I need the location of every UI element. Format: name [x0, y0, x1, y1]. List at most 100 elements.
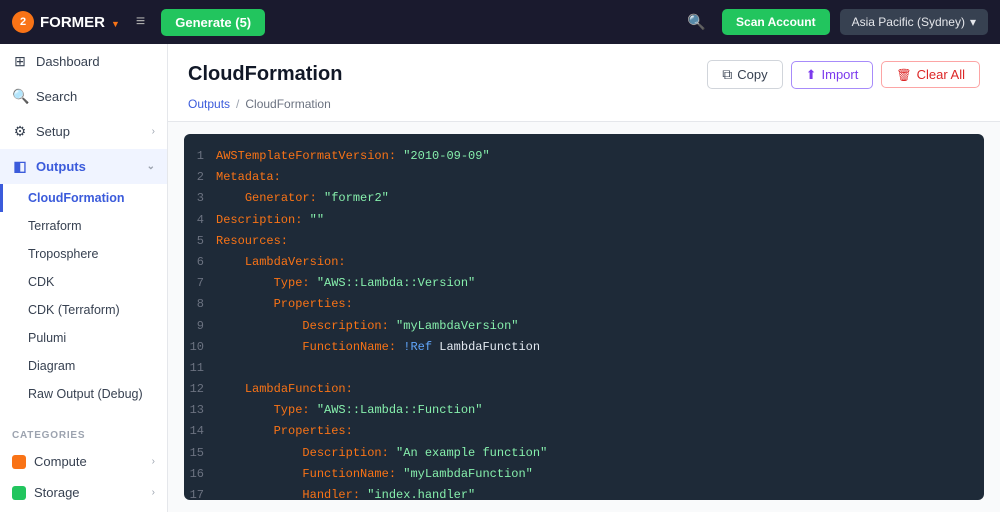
- region-selector[interactable]: Asia Pacific (Sydney) ▾: [840, 9, 988, 35]
- code-text: FunctionName: !Ref LambdaFunction: [216, 338, 540, 357]
- code-line-2: 2 Metadata:: [184, 167, 984, 188]
- page-title: CloudFormation: [188, 63, 342, 86]
- sidebar-subitem-cdk-terraform[interactable]: CDK (Terraform): [0, 296, 167, 324]
- code-text: Resources:: [216, 232, 288, 251]
- category-label: Compute: [34, 454, 87, 469]
- line-number: 14: [184, 422, 216, 441]
- header-actions: ⧉ Copy ⬆ Import 🗑 Clear All: [707, 60, 980, 89]
- code-text: LambdaFunction:: [216, 380, 353, 399]
- import-button[interactable]: ⬆ Import: [791, 61, 874, 89]
- category-label: Storage: [34, 485, 80, 500]
- code-text: Properties:: [216, 422, 353, 441]
- code-text: Generator: "former2": [216, 189, 389, 208]
- sidebar-item-setup[interactable]: ⚙ Setup ›: [0, 114, 167, 149]
- code-editor[interactable]: 1 AWSTemplateFormatVersion: "2010-09-09"…: [184, 134, 984, 500]
- sidebar-item-search[interactable]: 🔍 Search: [0, 79, 167, 114]
- sidebar-subitem-cdk[interactable]: CDK: [0, 268, 167, 296]
- compute-icon: [12, 455, 26, 469]
- code-text: LambdaVersion:: [216, 253, 346, 272]
- code-text: [216, 359, 223, 378]
- code-text: Metadata:: [216, 168, 281, 187]
- code-line-13: 13 Type: "AWS::Lambda::Function": [184, 400, 984, 421]
- trash-icon: 🗑: [896, 68, 911, 82]
- sidebar-subitem-cloudformation[interactable]: CloudFormation: [0, 184, 167, 212]
- menu-button[interactable]: ≡: [130, 9, 151, 35]
- code-line-16: 16 FunctionName: "myLambdaFunction": [184, 464, 984, 485]
- category-database[interactable]: Database ›: [0, 508, 167, 512]
- code-line-3: 3 Generator: "former2": [184, 188, 984, 209]
- sidebar-item-dashboard[interactable]: ⊞ Dashboard: [0, 44, 167, 79]
- line-number: 3: [184, 189, 216, 208]
- setup-icon: ⚙: [12, 123, 28, 140]
- generate-button[interactable]: Generate (5): [161, 9, 265, 36]
- chevron-down-icon: ⌄: [147, 161, 155, 172]
- category-storage[interactable]: Storage ›: [0, 477, 167, 508]
- code-line-14: 14 Properties:: [184, 421, 984, 442]
- import-icon: ⬆: [806, 67, 817, 83]
- sidebar-subitem-raw-output[interactable]: Raw Output (Debug): [0, 380, 167, 408]
- line-number: 10: [184, 338, 216, 357]
- category-compute[interactable]: Compute ›: [0, 446, 167, 477]
- search-icon: 🔍: [12, 88, 28, 105]
- code-line-9: 9 Description: "myLambdaVersion": [184, 316, 984, 337]
- sidebar-item-outputs[interactable]: ◧ Outputs ⌄: [0, 149, 167, 184]
- code-text: Description: "myLambdaVersion": [216, 317, 518, 336]
- sidebar-item-label: Dashboard: [36, 54, 100, 69]
- code-text: Handler: "index.handler": [216, 486, 475, 500]
- search-button[interactable]: 🔍: [681, 9, 712, 35]
- sidebar-item-label: Outputs: [36, 159, 86, 174]
- line-number: 11: [184, 359, 216, 378]
- dashboard-icon: ⊞: [12, 53, 28, 70]
- main-content: CloudFormation ⧉ Copy ⬆ Import 🗑 Clear A…: [168, 44, 1000, 512]
- line-number: 1: [184, 147, 216, 166]
- breadcrumb-current: CloudFormation: [245, 97, 330, 111]
- chevron-right-icon: ›: [152, 487, 155, 498]
- chevron-right-icon: ›: [152, 456, 155, 467]
- line-number: 9: [184, 317, 216, 336]
- top-navigation: 2 FORMER ▼ ≡ Generate (5) 🔍 Scan Account…: [0, 0, 1000, 44]
- copy-button[interactable]: ⧉ Copy: [707, 60, 782, 89]
- scan-account-button[interactable]: Scan Account: [722, 9, 830, 35]
- copy-icon: ⧉: [722, 66, 732, 83]
- logo-pin-icon: ▼: [111, 19, 120, 29]
- code-text: Type: "AWS::Lambda::Function": [216, 401, 482, 420]
- breadcrumb-separator: /: [236, 97, 239, 111]
- import-label: Import: [822, 67, 859, 82]
- code-line-12: 12 LambdaFunction:: [184, 379, 984, 400]
- line-number: 6: [184, 253, 216, 272]
- code-line-11: 11: [184, 358, 984, 379]
- sidebar-subitem-diagram[interactable]: Diagram: [0, 352, 167, 380]
- code-text: Type: "AWS::Lambda::Version": [216, 274, 475, 293]
- line-number: 17: [184, 486, 216, 500]
- line-number: 12: [184, 380, 216, 399]
- logo-text: FORMER: [40, 14, 105, 31]
- code-line-17: 17 Handler: "index.handler": [184, 485, 984, 500]
- clearall-label: Clear All: [917, 67, 965, 82]
- clear-all-button[interactable]: 🗑 Clear All: [881, 61, 980, 88]
- line-number: 8: [184, 295, 216, 314]
- code-text: Properties:: [216, 295, 353, 314]
- code-line-15: 15 Description: "An example function": [184, 443, 984, 464]
- categories-label: CATEGORIES: [0, 420, 167, 446]
- region-chevron-icon: ▾: [970, 15, 976, 29]
- code-text: Description: "An example function": [216, 444, 547, 463]
- line-number: 7: [184, 274, 216, 293]
- sidebar-item-label: Setup: [36, 124, 70, 139]
- sidebar-subitem-pulumi[interactable]: Pulumi: [0, 324, 167, 352]
- code-line-8: 8 Properties:: [184, 294, 984, 315]
- code-line-1: 1 AWSTemplateFormatVersion: "2010-09-09": [184, 146, 984, 167]
- breadcrumb-outputs-link[interactable]: Outputs: [188, 97, 230, 111]
- breadcrumb: Outputs / CloudFormation: [188, 97, 980, 121]
- sidebar-item-label: Search: [36, 89, 77, 104]
- line-number: 16: [184, 465, 216, 484]
- code-text: FunctionName: "myLambdaFunction": [216, 465, 533, 484]
- code-line-7: 7 Type: "AWS::Lambda::Version": [184, 273, 984, 294]
- content-header: CloudFormation ⧉ Copy ⬆ Import 🗑 Clear A…: [168, 44, 1000, 122]
- line-number: 2: [184, 168, 216, 187]
- code-line-4: 4 Description: "": [184, 210, 984, 231]
- line-number: 13: [184, 401, 216, 420]
- code-line-6: 6 LambdaVersion:: [184, 252, 984, 273]
- line-number: 15: [184, 444, 216, 463]
- sidebar-subitem-troposphere[interactable]: Troposphere: [0, 240, 167, 268]
- sidebar-subitem-terraform[interactable]: Terraform: [0, 212, 167, 240]
